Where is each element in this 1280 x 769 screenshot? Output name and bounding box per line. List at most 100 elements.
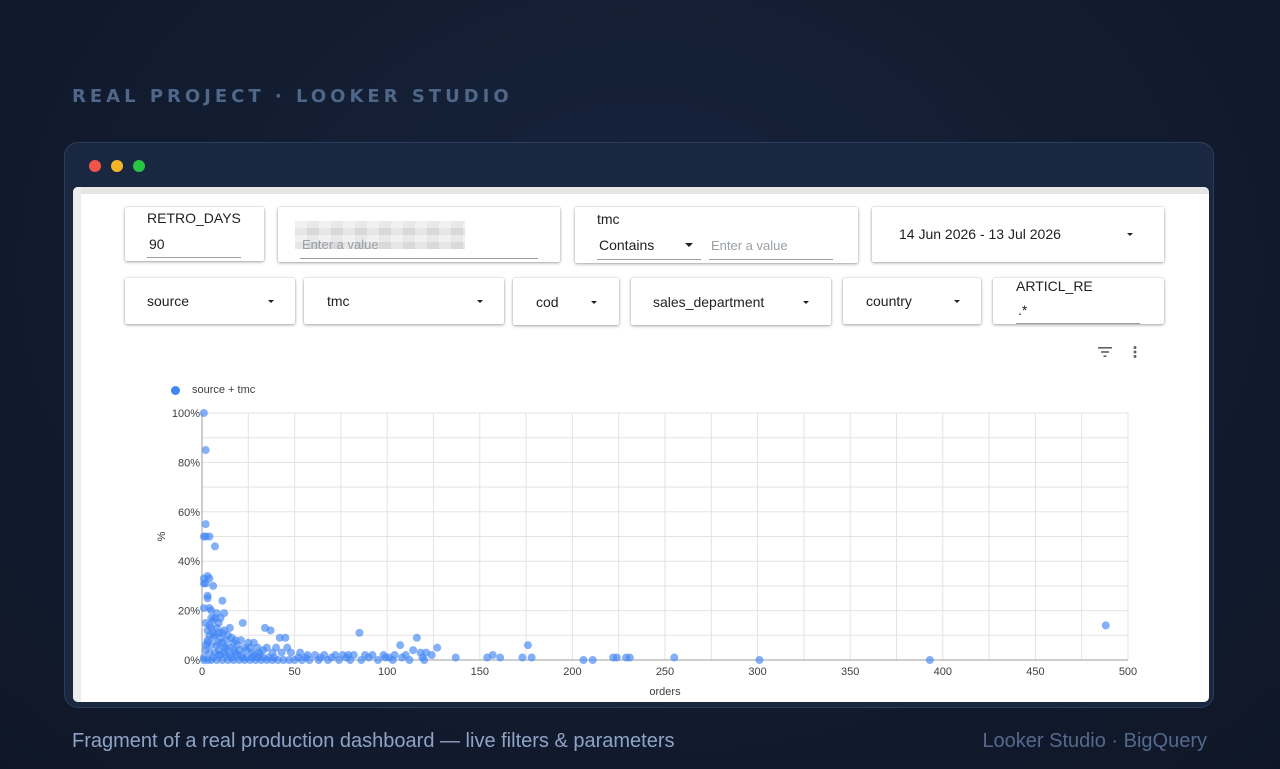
data-point [229, 638, 238, 647]
data-point [342, 653, 351, 662]
sales-department-dropdown[interactable]: sales_department [631, 278, 831, 325]
chevron-down-icon[interactable] [591, 301, 597, 304]
data-point [364, 653, 373, 662]
maximize-window-icon[interactable] [133, 160, 145, 172]
data-point [238, 618, 247, 627]
chevron-down-icon[interactable] [268, 300, 274, 303]
retro-days-parameter[interactable]: RETRO_DAYS 90 [125, 207, 264, 261]
data-point [418, 653, 427, 662]
data-point [670, 653, 679, 662]
y-tick-label: 60% [178, 507, 200, 519]
data-point [225, 623, 234, 632]
tmc-operator-select[interactable]: Contains [599, 237, 654, 253]
data-point [266, 626, 275, 635]
tmc-dropdown-label: tmc [327, 293, 350, 309]
retro-days-value[interactable]: 90 [149, 236, 165, 252]
data-point [209, 581, 218, 590]
tmc-text-filter[interactable]: tmc Contains Enter a value [575, 207, 858, 263]
data-point [625, 653, 634, 662]
redacted-input[interactable]: Enter a value [302, 237, 379, 252]
chevron-down-icon[interactable] [803, 301, 809, 304]
country-dropdown[interactable]: country [843, 278, 981, 324]
data-point [755, 656, 764, 664]
y-tick-label: 80% [178, 457, 200, 469]
x-tick-label: 500 [1119, 666, 1137, 678]
retro-days-underline [147, 257, 241, 258]
x-tick-label: 450 [1026, 666, 1044, 678]
canvas-left-edge [73, 187, 81, 702]
data-point [612, 653, 621, 662]
tmc-dropdown[interactable]: tmc [304, 278, 504, 324]
data-point [588, 656, 597, 664]
data-point [316, 653, 325, 662]
tmc-value-input[interactable]: Enter a value [711, 238, 788, 253]
close-window-icon[interactable] [89, 160, 101, 172]
source-dropdown[interactable]: source [125, 278, 295, 324]
chevron-down-icon[interactable] [477, 300, 483, 303]
x-tick-label: 100 [378, 666, 396, 678]
data-point [355, 628, 364, 637]
data-point [335, 656, 344, 664]
data-point [327, 653, 336, 662]
chevron-down-icon[interactable] [685, 243, 693, 247]
date-range-value[interactable]: 14 Jun 2026 - 13 Jul 2026 [899, 226, 1061, 242]
filter-icon[interactable] [1097, 345, 1113, 359]
articl-re-value[interactable]: .* [1018, 302, 1027, 318]
y-axis-title: % [156, 531, 168, 541]
chevron-down-icon[interactable] [1127, 233, 1133, 236]
minimize-window-icon[interactable] [111, 160, 123, 172]
dashboard-canvas: RETRO_DAYS 90 Enter a value tmc Contains… [73, 187, 1209, 702]
data-point [218, 596, 227, 605]
data-point [398, 653, 407, 662]
x-tick-label: 300 [748, 666, 766, 678]
x-tick-label: 0 [199, 666, 205, 678]
data-point [396, 641, 405, 650]
date-range-control[interactable]: 14 Jun 2026 - 13 Jul 2026 [872, 207, 1164, 262]
canvas-top-bar [73, 187, 1209, 194]
chevron-down-icon[interactable] [954, 300, 960, 303]
x-tick-label: 250 [656, 666, 674, 678]
data-point [294, 653, 303, 662]
x-tick-label: 350 [841, 666, 859, 678]
articl-re-label: ARTICL_RE [1016, 278, 1093, 294]
data-point [373, 656, 382, 664]
y-tick-label: 40% [178, 556, 200, 568]
data-point [201, 520, 210, 529]
data-point [488, 651, 497, 660]
data-point [496, 653, 505, 662]
data-point [1101, 621, 1110, 630]
data-point [286, 648, 295, 657]
y-tick-label: 100% [172, 408, 200, 420]
data-point [388, 656, 397, 664]
data-point [199, 409, 208, 417]
data-point [199, 604, 208, 613]
source-dropdown-label: source [147, 293, 190, 309]
tmc-filter-label: tmc [597, 211, 620, 227]
y-tick-label: 0% [184, 655, 200, 667]
x-tick-label: 150 [471, 666, 489, 678]
articl-re-parameter[interactable]: ARTICL_RE .* [993, 278, 1164, 324]
data-point [301, 653, 310, 662]
legend-label: source + tmc [192, 384, 256, 396]
footer-caption: Fragment of a real production dashboard … [72, 730, 675, 752]
articl-re-underline [1016, 323, 1140, 324]
redacted-parameter[interactable]: Enter a value [278, 207, 560, 262]
data-point [201, 579, 210, 588]
data-point [433, 643, 442, 652]
data-point [255, 648, 264, 657]
data-point [518, 653, 527, 662]
data-point [270, 653, 279, 662]
data-point [214, 638, 223, 647]
data-point [222, 643, 231, 652]
country-dropdown-label: country [866, 293, 912, 309]
footer-stack: Looker Studio · BigQuery [982, 730, 1207, 752]
data-point [207, 606, 216, 615]
x-tick-label: 50 [288, 666, 300, 678]
more-options-icon[interactable] [1131, 345, 1139, 359]
data-point [240, 643, 249, 652]
data-point [277, 648, 286, 657]
data-point [451, 653, 460, 662]
y-tick-label: 20% [178, 606, 200, 618]
cod-dropdown[interactable]: cod [513, 278, 619, 325]
data-point [412, 633, 421, 642]
